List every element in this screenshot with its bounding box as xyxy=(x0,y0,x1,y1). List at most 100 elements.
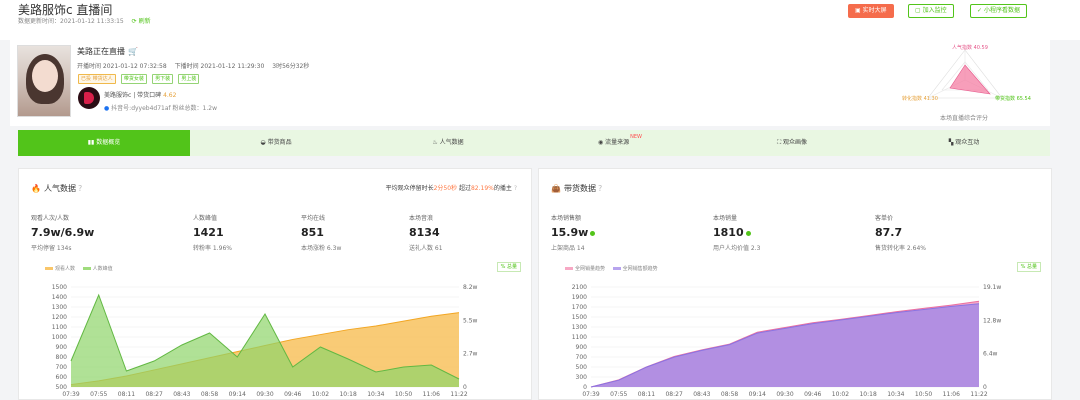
total-toggle-button[interactable]: % 总量 xyxy=(1016,262,1041,272)
y2-tick-label: 0 xyxy=(983,384,987,391)
y-tick-label: 900 xyxy=(576,344,588,351)
x-tick-label: 09:30 xyxy=(776,391,793,398)
fire-icon: 🔥 xyxy=(31,184,41,193)
x-tick-label: 11:22 xyxy=(970,391,987,398)
x-tick-label: 08:27 xyxy=(145,391,162,398)
tab-goods[interactable]: ◒ 带货商品 xyxy=(190,130,362,156)
y-tick-label: 1000 xyxy=(52,334,67,341)
x-tick-label: 07:39 xyxy=(582,391,599,398)
douyin-icon: ● xyxy=(104,105,110,112)
tab-popularity[interactable]: ♨ 人气数据 xyxy=(362,130,534,156)
y2-tick-label: 5.5w xyxy=(463,317,478,324)
miniapp-data-button[interactable]: ✓ 小程序看数据 xyxy=(970,4,1027,18)
x-tick-label: 10:50 xyxy=(395,391,412,398)
realtime-screen-button[interactable]: ▣ 实时大屏 xyxy=(848,4,894,18)
radar-label-conversion: 转化指数 41.30 xyxy=(902,95,938,102)
help-icon[interactable]: ? xyxy=(598,184,602,193)
stay-rank: 平均观众停留时长2分50秒 超过82.19%的播主 ? xyxy=(385,185,517,192)
y-tick-label: 500 xyxy=(56,384,68,391)
y-tick-label: 1300 xyxy=(52,304,67,311)
tag: 男下装 xyxy=(152,74,174,84)
y-tick-label: 1100 xyxy=(52,324,67,331)
popularity-panel: 🔥 人气数据? 平均观众停留时长2分50秒 超过82.19%的播主 ? 观看人次/… xyxy=(18,168,532,400)
chart-legend: 观看人数 人数峰值 xyxy=(39,265,113,272)
tab-audience[interactable]: ⛶ 观众画像 xyxy=(706,130,878,156)
y-tick-label: 1700 xyxy=(572,304,587,311)
cart-icon: 🛒 xyxy=(128,47,138,56)
live-status: 美路正在直播 🛒 xyxy=(77,47,138,56)
x-tick-label: 09:14 xyxy=(749,391,766,398)
x-tick-label: 11:06 xyxy=(423,391,440,398)
y2-tick-label: 19.1w xyxy=(983,284,1001,291)
y-tick-label: 700 xyxy=(576,354,588,361)
y-tick-label: 2100 xyxy=(572,284,587,291)
stat-views: 观看人次/人数 7.9w/6.9w 平均停留 134s xyxy=(31,215,95,252)
sales-panel: 👜 带货数据? 本场销售额 15.9w 上架商品 14 本场销量 1810 用户人均价值 … xyxy=(538,168,1052,400)
tag: 带货女装 xyxy=(120,74,147,84)
y-tick-label: 1900 xyxy=(572,294,587,301)
update-time: 数据更新时间：2021-01-12 11:33:15 ⟳ 刷新 xyxy=(18,18,151,25)
y-tick-label: 1300 xyxy=(572,324,587,331)
y2-tick-label: 0 xyxy=(463,384,467,391)
tab-interaction[interactable]: ▚ 观众互动 xyxy=(878,130,1050,156)
shop-logo xyxy=(78,87,100,109)
x-tick-label: 10:34 xyxy=(367,391,384,398)
chart-legend: 全网销量趋势 全网销售额趋势 xyxy=(559,265,658,272)
y-tick-label: 300 xyxy=(576,374,588,381)
live-tags: 已投 带货达人 带货女装 男下装 男上装 xyxy=(78,74,202,84)
sales-chart: 0 300 500 700 900 1100 1300 1500 1700 1900 2100 0 6.… xyxy=(572,284,1002,398)
live-times: 开播时间 2021-01-12 07:32:58 下播时间 2021-01-12 … xyxy=(77,63,310,70)
y-tick-label: 800 xyxy=(56,354,68,361)
y-tick-label: 1200 xyxy=(52,314,67,321)
stat-unit-price: 客单价 87.7 售货转化率 2.64% xyxy=(875,215,926,252)
live-info-card: 美路正在直播 🛒 开播时间 2021-01-12 07:32:58 下播时间 202… xyxy=(10,40,1050,126)
x-tick-label: 08:43 xyxy=(173,391,190,398)
y-tick-label: 900 xyxy=(56,344,68,351)
x-tick-label: 08:11 xyxy=(638,391,655,398)
panel-title: 👜 带货数据? xyxy=(551,184,603,193)
x-tick-label: 10:02 xyxy=(832,391,849,398)
y2-tick-label: 6.4w xyxy=(983,351,998,358)
y2-tick-label: 2.7w xyxy=(463,351,478,358)
x-tick-label: 09:30 xyxy=(256,391,273,398)
x-tick-label: 09:14 xyxy=(229,391,246,398)
total-toggle-button[interactable]: % 总量 xyxy=(496,262,521,272)
radar-shape xyxy=(949,64,991,95)
shop-info: 美路服饰c | 带货口碑 4.62 xyxy=(104,92,177,99)
y-tick-label: 500 xyxy=(576,364,588,371)
x-tick-label: 08:58 xyxy=(721,391,738,398)
new-badge: NEW xyxy=(630,134,642,140)
x-tick-label: 07:55 xyxy=(610,391,627,398)
add-monitor-button[interactable]: ▢ 加入监控 xyxy=(908,4,954,18)
x-tick-label: 08:58 xyxy=(201,391,218,398)
x-tick-label: 10:18 xyxy=(859,391,876,398)
y-tick-label: 1500 xyxy=(52,284,67,291)
x-tick-label: 08:27 xyxy=(665,391,682,398)
y-tick-label: 0 xyxy=(583,384,587,391)
streamer-avatar xyxy=(17,45,71,117)
x-tick-label: 11:06 xyxy=(943,391,960,398)
section-tabs: ▮▮ 数据概览 ◒ 带货商品 ♨ 人气数据 ◉ 流量来源NEW ⛶ 观众画像 ▚… xyxy=(18,130,1050,156)
score-radar-chart: 人气指数 40.59 转化指数 41.30 带货指数 65.54 本场直播综合评… xyxy=(902,44,1031,122)
x-tick-label: 10:18 xyxy=(339,391,356,398)
popularity-chart: 500 600 700 800 900 1000 1100 1200 1300 1400 1500 0… xyxy=(52,284,478,398)
x-tick-label: 07:55 xyxy=(90,391,107,398)
refresh-link[interactable]: ⟳ 刷新 xyxy=(132,18,151,25)
page-header: 美路服饰c 直播间 数据更新时间：2021-01-12 11:33:15 ⟳ 刷… xyxy=(0,0,1080,40)
series-area xyxy=(591,303,979,387)
y2-tick-label: 12.8w xyxy=(983,317,1001,324)
stat-sales-amount: 本场销售额 15.9w 上架商品 14 xyxy=(551,213,691,252)
y-tick-label: 1500 xyxy=(572,314,587,321)
x-tick-label: 10:34 xyxy=(887,391,904,398)
panel-title: 🔥 人气数据? xyxy=(31,184,83,193)
y-tick-label: 1400 xyxy=(52,294,67,301)
y2-tick-label: 8.2w xyxy=(463,284,478,291)
help-icon[interactable]: ? xyxy=(78,184,82,193)
tab-traffic[interactable]: ◉ 流量来源NEW xyxy=(534,130,706,156)
tag: 已投 带货达人 xyxy=(78,74,116,84)
radar-caption: 本场直播综合评分 xyxy=(940,114,988,122)
tab-overview[interactable]: ▮▮ 数据概览 xyxy=(18,130,190,156)
x-tick-label: 10:02 xyxy=(312,391,329,398)
douyin-id: ● 抖音号:dyyeb4d71af 粉丝总数：1.2w xyxy=(104,105,218,112)
stat-sound-wave: 本场音浪 8134 送礼人数 61 xyxy=(409,215,443,252)
